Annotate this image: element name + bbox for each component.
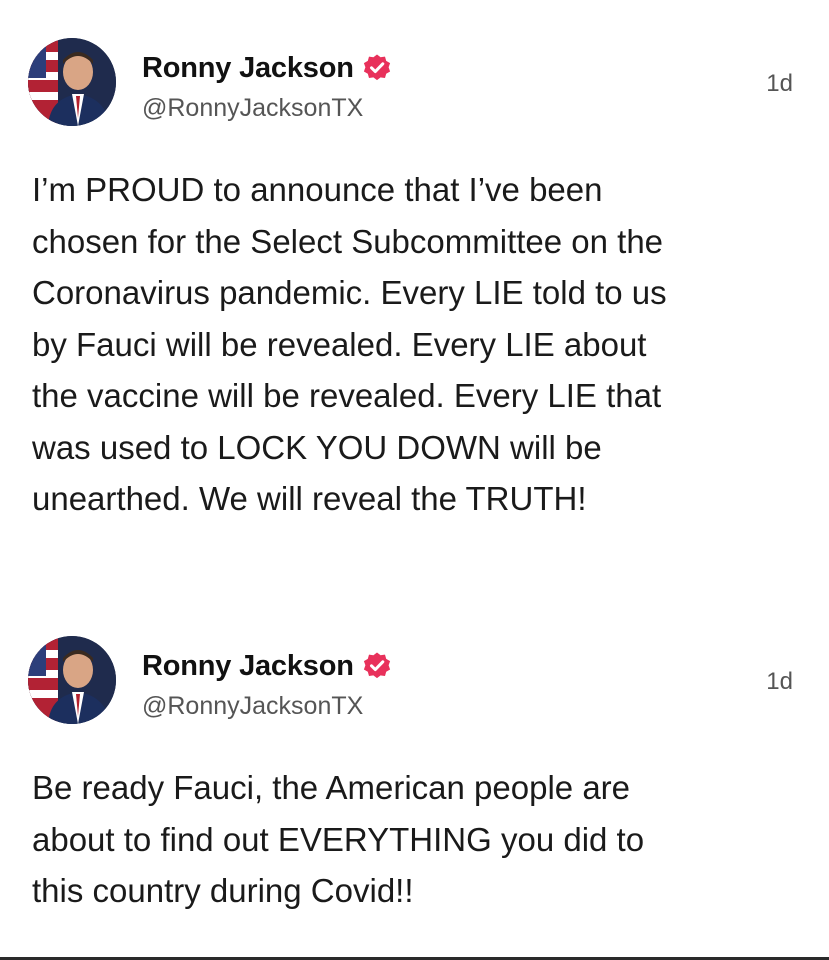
- post-body-line: Coronavirus pandemic. Every LIE told to …: [32, 274, 667, 311]
- post-body-line: the vaccine will be revealed. Every LIE …: [32, 377, 662, 414]
- post-1: Ronny Jackson @RonnyJacksonTX 1d I’m PRO…: [0, 0, 829, 600]
- author-avatar[interactable]: [28, 636, 116, 724]
- author-avatar[interactable]: [28, 38, 116, 126]
- post-body-line: about to find out EVERYTHING you did to: [32, 820, 645, 858]
- author-display-name[interactable]: Ronny Jackson: [142, 52, 354, 85]
- avatar-image: [28, 636, 116, 724]
- post-body-line: Be ready Fauci, the American people are: [32, 769, 631, 806]
- author-handle[interactable]: @RonnyJacksonTX: [142, 692, 363, 721]
- post-timestamp[interactable]: 1d: [766, 70, 793, 98]
- verified-badge-icon: [362, 53, 392, 83]
- author-name-row[interactable]: Ronny Jackson: [142, 646, 392, 686]
- post-body-line: was used to LOCK YOU DOWN will be: [32, 428, 602, 466]
- avatar-image: [28, 38, 116, 126]
- verified-badge-icon: [362, 651, 392, 681]
- post-body-line: chosen for the Select Subcommittee on th…: [32, 222, 664, 260]
- post-body: Be ready Fauci, the American people are …: [32, 762, 802, 917]
- post-body-line: by Fauci will be revealed. Every LIE abo…: [32, 325, 647, 363]
- post-body-line: this country during Covid!!: [32, 872, 414, 909]
- author-handle[interactable]: @RonnyJacksonTX: [142, 94, 363, 123]
- post-body: I’m PROUD to announce that I’ve been cho…: [32, 164, 802, 525]
- post-body-line: I’m PROUD to announce that I’ve been: [32, 171, 603, 208]
- author-display-name[interactable]: Ronny Jackson: [142, 650, 354, 683]
- post-timestamp[interactable]: 1d: [766, 668, 793, 696]
- post-2: Ronny Jackson @RonnyJacksonTX 1d Be read…: [0, 600, 829, 960]
- post-body-line: unearthed. We will reveal the TRUTH!: [32, 480, 587, 517]
- author-name-row[interactable]: Ronny Jackson: [142, 48, 392, 88]
